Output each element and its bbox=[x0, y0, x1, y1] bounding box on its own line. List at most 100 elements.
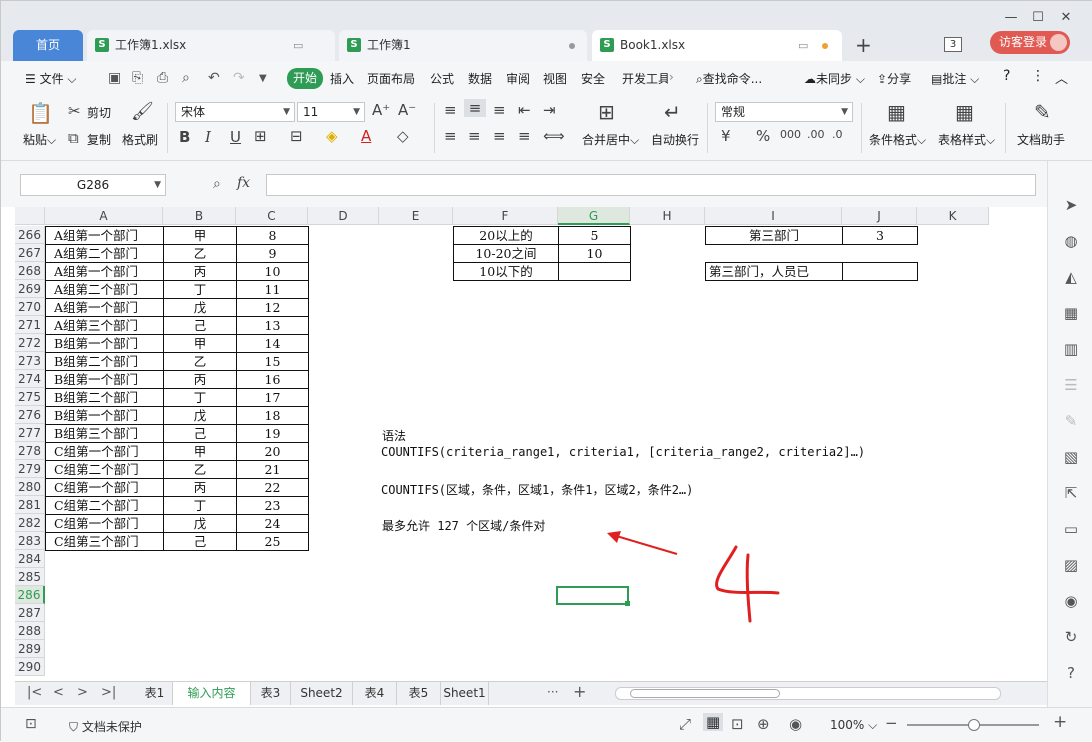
table-cell[interactable]: 戊 bbox=[163, 514, 237, 533]
conditional-format-button[interactable]: 条件格式⌵ bbox=[869, 131, 926, 148]
column-header-a[interactable]: A bbox=[45, 207, 163, 225]
table-style-button[interactable]: 表格样式⌵ bbox=[938, 131, 995, 148]
column-header-i[interactable]: I bbox=[705, 207, 842, 225]
table-cell[interactable]: 17 bbox=[236, 388, 309, 407]
distribute-icon[interactable]: ⟺ bbox=[543, 127, 565, 145]
column-header-c[interactable]: C bbox=[236, 207, 308, 225]
column-header-f[interactable]: F bbox=[453, 207, 558, 225]
tab-start[interactable]: 开始 bbox=[287, 68, 323, 89]
table-cell[interactable]: 戊 bbox=[163, 406, 237, 425]
tab-security[interactable]: 安全 bbox=[581, 70, 605, 87]
table-cell[interactable]: 22 bbox=[236, 478, 309, 497]
normal-view-icon[interactable]: ▦ bbox=[703, 713, 724, 731]
row-header[interactable]: 290 bbox=[15, 658, 45, 676]
zoom-search-icon[interactable]: ⌕ bbox=[213, 176, 221, 192]
table-cell[interactable]: 己 bbox=[163, 316, 237, 335]
table-cell[interactable]: 3 bbox=[842, 226, 918, 245]
currency-icon[interactable]: ¥ bbox=[721, 127, 731, 145]
table-cell[interactable]: A组第一个部门 bbox=[45, 226, 164, 245]
table-cell[interactable]: 丁 bbox=[163, 388, 237, 407]
doc-helper-button[interactable]: 文档助手 bbox=[1017, 131, 1065, 148]
table-cell[interactable]: 乙 bbox=[163, 460, 237, 479]
more-icon[interactable]: ⋮ bbox=[1031, 68, 1045, 84]
align-bottom-icon[interactable]: ≡ bbox=[493, 101, 506, 119]
history-icon[interactable]: ↻ bbox=[1061, 627, 1081, 647]
table-cell[interactable]: 16 bbox=[236, 370, 309, 389]
horizontal-scroll-thumb[interactable] bbox=[630, 689, 780, 698]
align-right-icon[interactable]: ≡ bbox=[493, 127, 506, 145]
row-header[interactable]: 276 bbox=[15, 406, 45, 424]
table-cell[interactable]: 25 bbox=[236, 532, 309, 551]
settings-sliders-icon[interactable]: ☰ bbox=[1061, 375, 1081, 395]
name-box[interactable]: G286 ▼ bbox=[20, 174, 166, 196]
row-header[interactable]: 277 bbox=[15, 424, 45, 442]
row-header[interactable]: 278 bbox=[15, 442, 45, 460]
column-header-b[interactable]: B bbox=[163, 207, 236, 225]
thousands-icon[interactable]: 000 bbox=[780, 128, 801, 141]
maximize-icon[interactable]: ☐ bbox=[1025, 9, 1051, 27]
add-sheet-button[interactable]: + bbox=[573, 682, 586, 701]
table-cell[interactable]: 12 bbox=[236, 298, 309, 317]
align-top-icon[interactable]: ≡ bbox=[444, 101, 457, 119]
command-search[interactable]: ⌕查找命令... bbox=[696, 70, 762, 87]
wrap-text-button[interactable]: 自动换行 bbox=[651, 131, 699, 148]
menu-scroll-right-icon[interactable]: › bbox=[669, 70, 674, 84]
table-cell[interactable]: A组第二个部门 bbox=[45, 244, 164, 263]
print-icon[interactable]: ⎙ bbox=[157, 70, 168, 86]
page-layout-view-icon[interactable]: ⊕ bbox=[757, 715, 770, 733]
table-style-icon[interactable]: ▦ bbox=[955, 100, 974, 124]
table-cell[interactable]: 20以上的 bbox=[453, 226, 559, 245]
decrease-decimal-icon[interactable]: .0 bbox=[832, 128, 843, 141]
eraser-icon[interactable]: ◇ bbox=[397, 127, 409, 145]
table-cell[interactable]: 23 bbox=[236, 496, 309, 515]
number-format-select[interactable]: 常规 ▼ bbox=[715, 102, 853, 122]
merge-center-button[interactable]: 合并居中⌵ bbox=[582, 131, 639, 148]
decrease-font-icon[interactable]: A⁻ bbox=[398, 101, 416, 119]
table-cell[interactable]: B组第一个部门 bbox=[45, 334, 164, 353]
zoom-slider-thumb[interactable] bbox=[968, 719, 980, 731]
row-header[interactable]: 270 bbox=[15, 298, 45, 316]
table-cell[interactable]: 丙 bbox=[163, 478, 237, 497]
table-cell[interactable]: 甲 bbox=[163, 226, 237, 245]
close-icon[interactable]: ✕ bbox=[1053, 9, 1079, 27]
sync-button[interactable]: ☁未同步 ⌵ bbox=[804, 70, 865, 87]
table-cell[interactable]: 己 bbox=[163, 424, 237, 443]
copy-button[interactable]: 复制 bbox=[87, 131, 111, 148]
table-cell[interactable]: 甲 bbox=[163, 442, 237, 461]
protection-status[interactable]: ⛉ 文档未保护 bbox=[69, 718, 142, 735]
underline-icon[interactable]: U bbox=[230, 128, 241, 146]
tab-count-badge[interactable]: 3 bbox=[944, 37, 962, 52]
font-color-icon[interactable]: A bbox=[361, 127, 371, 145]
sheet-tab[interactable]: 表5 bbox=[397, 682, 441, 705]
shapes-icon[interactable]: ◍ bbox=[1061, 231, 1081, 251]
percent-icon[interactable]: % bbox=[756, 127, 770, 145]
next-sheet-icon[interactable]: > bbox=[77, 685, 88, 700]
table-cell[interactable]: 19 bbox=[236, 424, 309, 443]
table-cell[interactable]: 丁 bbox=[163, 280, 237, 299]
table-cell[interactable]: C组第一个部门 bbox=[45, 442, 164, 461]
table-cell[interactable]: 24 bbox=[236, 514, 309, 533]
table-cell[interactable]: 14 bbox=[236, 334, 309, 353]
tab-formula[interactable]: 公式 bbox=[430, 70, 454, 87]
align-middle-icon[interactable]: ≡ bbox=[464, 99, 486, 117]
guest-login-button[interactable]: 访客登录 bbox=[990, 31, 1070, 54]
fill-handle[interactable] bbox=[625, 601, 630, 606]
table-cell[interactable]: B组第二个部门 bbox=[45, 388, 164, 407]
column-header-g[interactable]: G bbox=[558, 207, 630, 225]
table-cell[interactable]: 第三部门 bbox=[705, 226, 843, 245]
table-cell[interactable]: 20 bbox=[236, 442, 309, 461]
column-header-e[interactable]: E bbox=[379, 207, 453, 225]
save-icon[interactable]: ▣ bbox=[108, 70, 121, 86]
workbook-icon[interactable]: ⊡ bbox=[25, 716, 37, 732]
format-painter-icon[interactable]: 🖌 bbox=[131, 101, 154, 122]
table-cell[interactable]: C组第三个部门 bbox=[45, 532, 164, 551]
format-painter-button[interactable]: 格式刷 bbox=[122, 131, 158, 148]
table-cell[interactable]: C组第二个部门 bbox=[45, 460, 164, 479]
export-icon[interactable]: ⎘ bbox=[132, 70, 143, 86]
increase-decimal-icon[interactable]: .00 bbox=[807, 128, 825, 141]
column-header-j[interactable]: J bbox=[842, 207, 917, 225]
increase-font-icon[interactable]: A⁺ bbox=[372, 101, 390, 119]
tab-data[interactable]: 数据 bbox=[468, 70, 492, 87]
new-tab-button[interactable]: + bbox=[855, 33, 872, 57]
paste-icon[interactable]: 📋 bbox=[28, 101, 53, 125]
